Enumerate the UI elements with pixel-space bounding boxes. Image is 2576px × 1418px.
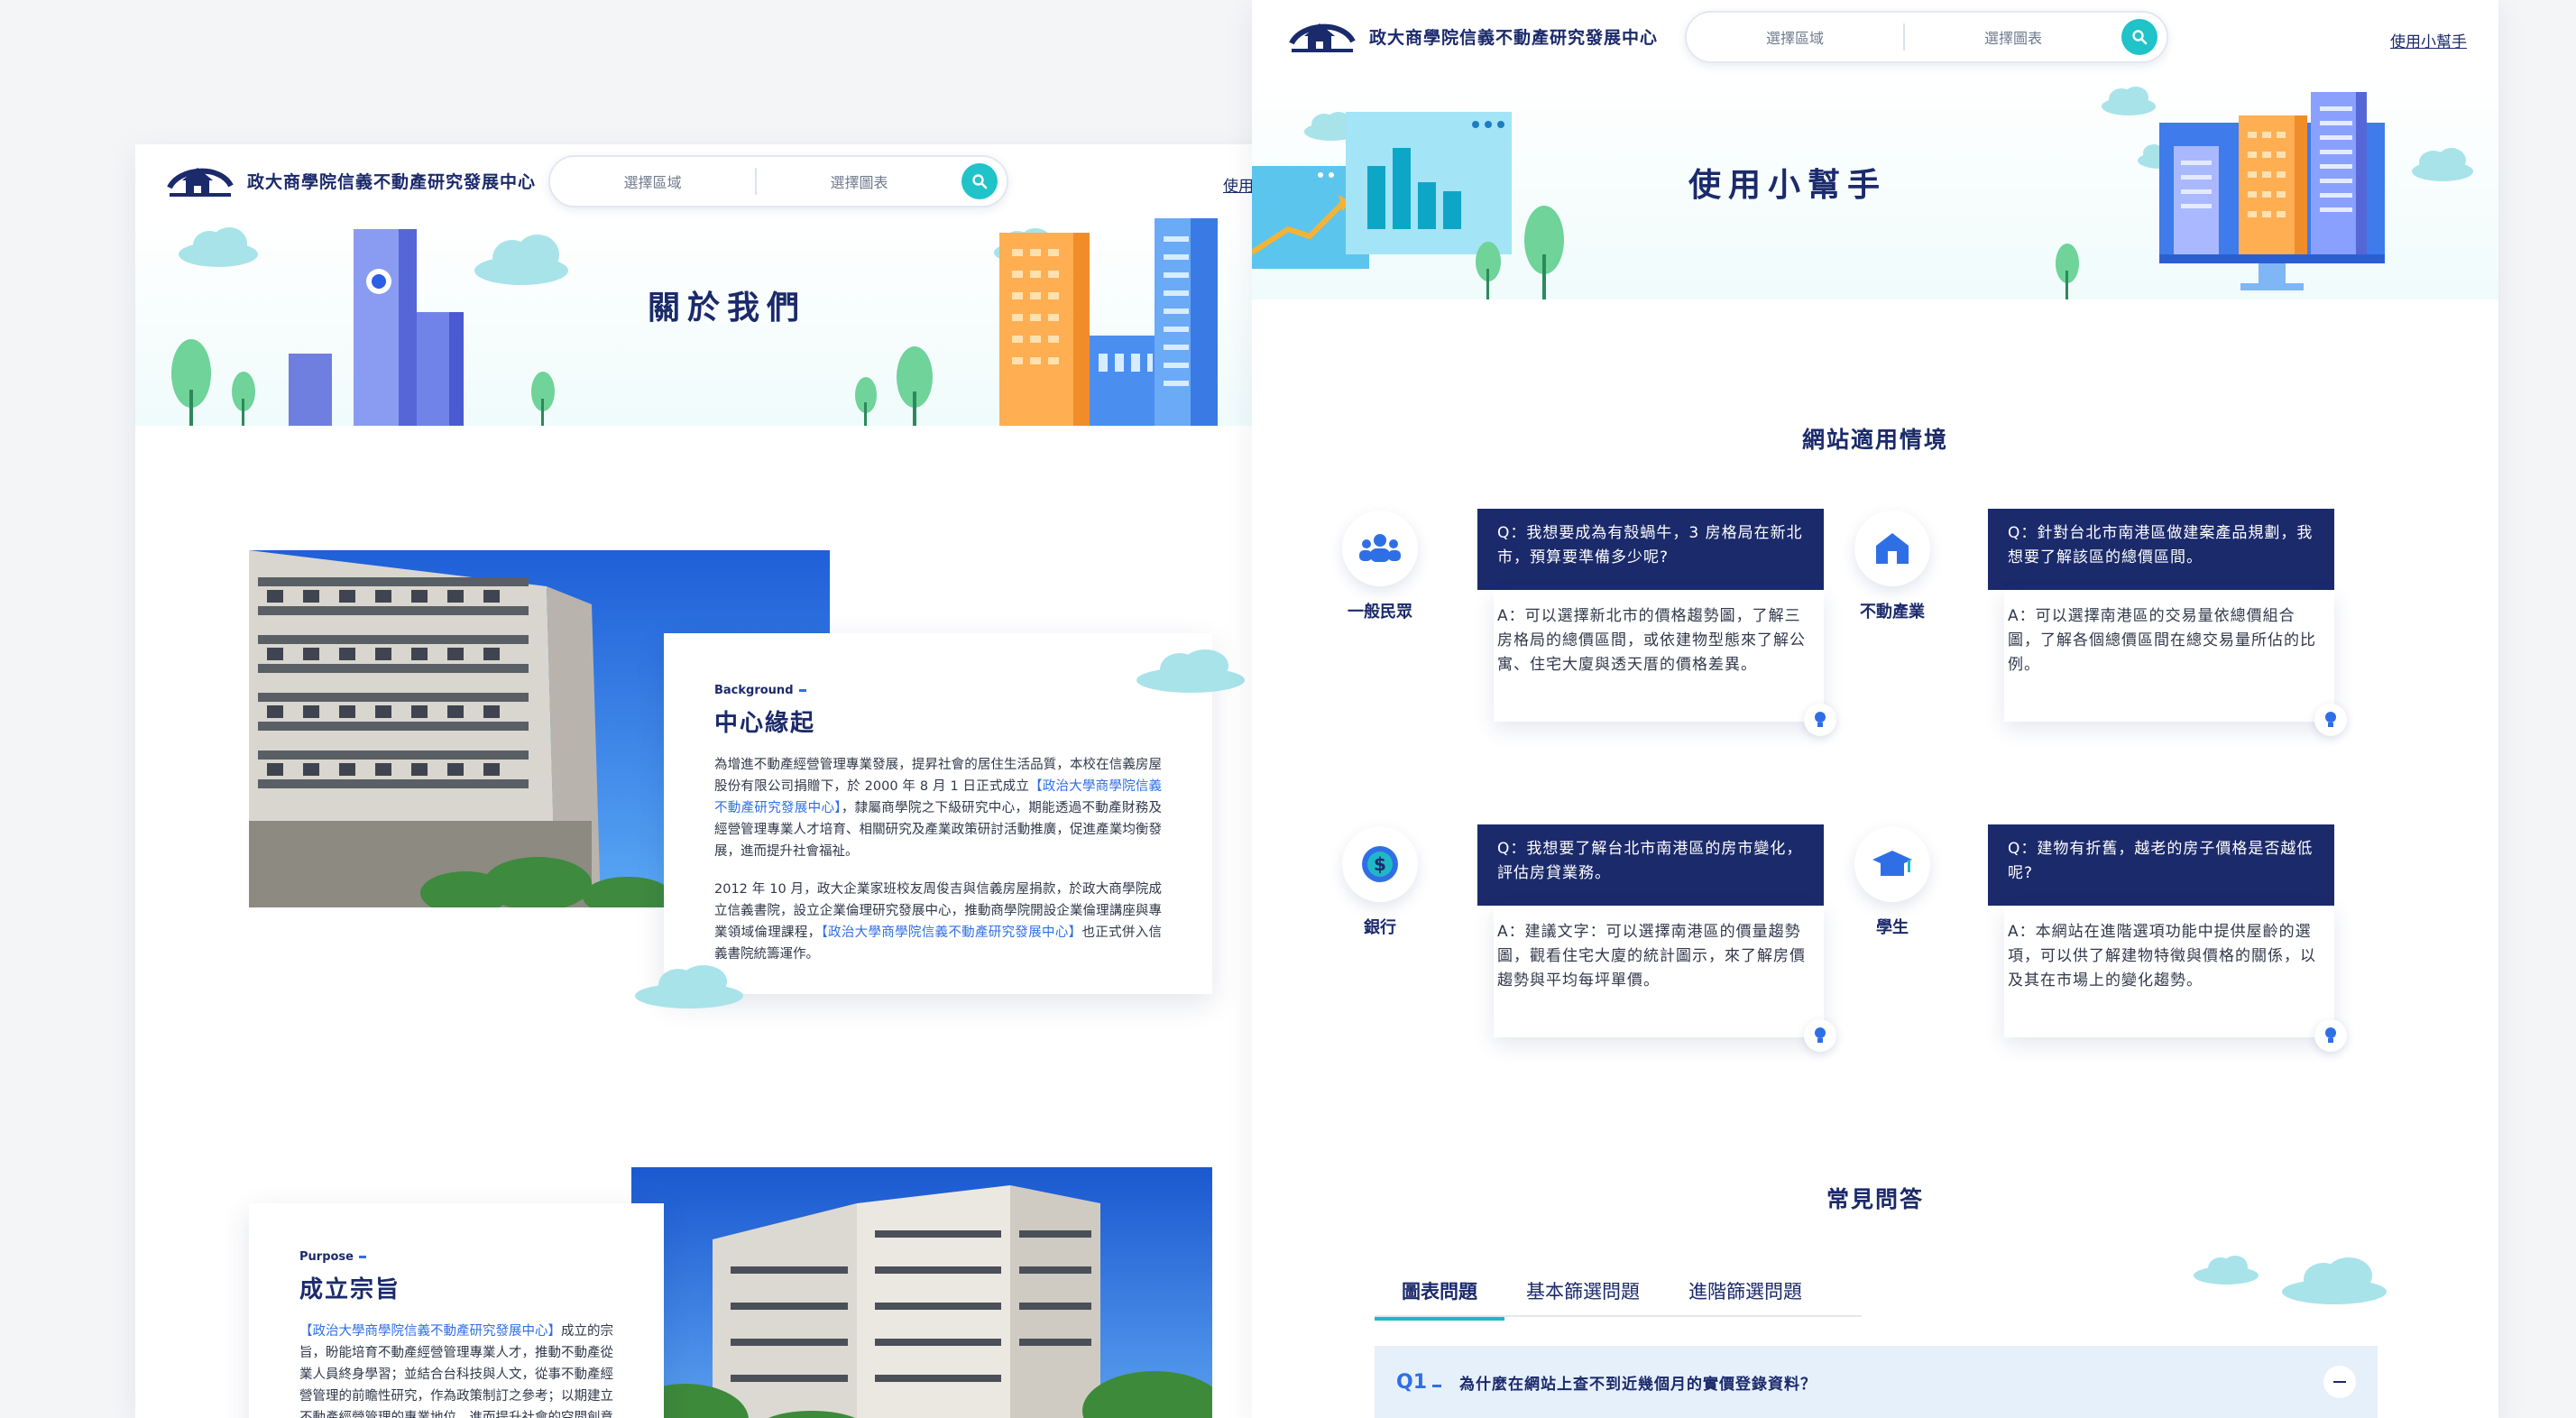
logo[interactable]: 政大商學院信義不動產研究發展中心 — [166, 162, 536, 198]
about-hero-title: 關於我們 — [648, 290, 807, 327]
center-name-2: 政大商學院信義不動產研究發展中心 — [1369, 27, 1659, 48]
house-icon — [1876, 533, 1909, 564]
logo-house-icon-2 — [1289, 23, 1356, 52]
scenarios-title: 網站適用情境 — [1801, 427, 1948, 453]
purpose-center-highlight: 【政治大學商學院信義不動產研究發展中心】 — [299, 1324, 561, 1339]
lightbulb-button-general[interactable] — [1804, 704, 1836, 736]
qa-card-student: Q：建物有折舊，越老的房子價格是否越低呢? A：本網站在進階選項功能中提供屋齡的… — [1988, 824, 2347, 1052]
faq-title: 常見問答 — [1826, 1186, 1924, 1212]
campus-building-image-2 — [631, 1167, 1212, 1418]
tab-advanced-filter-questions[interactable]: 進階篩選問題 — [1688, 1277, 1802, 1321]
faq-item-q1[interactable]: Q1 為什麼在網站上查不到近幾個月的實價登錄資料？ — [1375, 1346, 2378, 1418]
help-link-2[interactable]: 使用小幫手 — [2390, 29, 2467, 51]
lightbulb-icon — [2325, 712, 2336, 727]
qa-answer-bank: A：建議文字：可以選擇南港區的價量趨勢圖，觀看住宅大廈的統計圖示，來了解房價趨勢… — [1494, 906, 1836, 1052]
people-icon — [1359, 534, 1401, 562]
faq-question: 為什麼在網站上查不到近幾個月的實價登錄資料？ — [1459, 1375, 1817, 1394]
purpose-heading: 成立宗旨 — [299, 1276, 401, 1303]
collapse-icon[interactable] — [2323, 1366, 2356, 1398]
tabs-underline — [1375, 1315, 1862, 1317]
search-button-2[interactable] — [2121, 19, 2157, 55]
search-bar-2: 選擇區域 選擇圖表 — [1685, 11, 2168, 63]
persona-realestate: 不動產業 — [1838, 511, 1946, 622]
persona-realestate-label: 不動產業 — [1860, 603, 1925, 622]
region-select-2[interactable]: 選擇區域 — [1687, 26, 1903, 48]
persona-general-label: 一般民眾 — [1348, 603, 1412, 622]
background-card: Background 中心緣起 為增進不動產經營管理專業發展，提昇社會的居住生活… — [664, 633, 1212, 994]
persona-general: 一般民眾 — [1326, 511, 1434, 622]
center-name-highlight-2: 【政治大學商學院信義不動產研究發展中心】 — [821, 925, 1082, 940]
help-hero-title: 使用小幫手 — [1688, 167, 1888, 204]
logo-house-icon — [167, 168, 234, 197]
qa-question-bank: Q：我想要了解台北市南港區的房市變化，評估房貸業務。 — [1477, 824, 1824, 906]
lightbulb-button-bank[interactable] — [1804, 1019, 1836, 1052]
coin-icon: $ — [1362, 846, 1398, 882]
qa-answer-general: A：可以選擇新北市的價格趨勢圖，了解三房格局的總價區間，或依建物型態來了解公寓、… — [1494, 590, 1836, 736]
background-heading: 中心緣起 — [714, 710, 816, 737]
region-select[interactable]: 選擇區域 — [550, 170, 755, 192]
qa-answer-student-text: A：本網站在進階選項功能中提供屋齡的選項，可以供了解建物特徵與價格的關係，以及其… — [2008, 923, 2316, 990]
qa-question-student: Q：建物有折舊，越老的房子價格是否越低呢? — [1988, 824, 2334, 906]
search-bar: 選擇區域 選擇圖表 — [548, 155, 1008, 207]
qa-answer-realestate: A：可以選擇南港區的交易量依總價組合圖，了解各個總價區間在總交易量所佔的比例。 — [2004, 590, 2347, 736]
purpose-paragraph: 【政治大學商學院信義不動產研究發展中心】成立的宗旨，盼能培育不動產經營管理專業人… — [299, 1321, 613, 1418]
lightbulb-icon — [2325, 1027, 2336, 1043]
qa-card-bank: Q：我想要了解台北市南港區的房市變化，評估房貸業務。 A：建議文字：可以選擇南港… — [1477, 824, 1836, 1052]
chart-select-2[interactable]: 選擇圖表 — [1905, 26, 2121, 48]
svg-text:$: $ — [1374, 853, 1386, 875]
about-topbar: 政大商學院信義不動產研究發展中心 選擇區域 選擇圖表 使用小幫手 — [135, 144, 1326, 218]
qa-answer-student: A：本網站在進階選項功能中提供屋齡的選項，可以供了解建物特徵與價格的關係，以及其… — [2004, 906, 2347, 1052]
logo-2[interactable]: 政大商學院信義不動產研究發展中心 — [1288, 18, 1658, 54]
search-button[interactable] — [961, 163, 998, 199]
persona-general-circle — [1342, 511, 1418, 586]
background-kicker: Background — [714, 684, 1162, 697]
qa-question-general: Q：我想要成為有殼蝸牛，3 房格局在新北市，預算要準備多少呢? — [1477, 509, 1824, 590]
background-paragraph-2: 2012 年 10 月，政大企業家班校友周俊吉與信義房屋捐款，於政大商學院成立信… — [714, 879, 1162, 965]
purpose-card: Purpose 成立宗旨 【政治大學商學院信義不動產研究發展中心】成立的宗旨，盼… — [249, 1203, 664, 1418]
about-page: 政大商學院信義不動產研究發展中心 選擇區域 選擇圖表 使用小幫手 — [135, 144, 1326, 1418]
tab-basic-filter-questions[interactable]: 基本篩選問題 — [1526, 1277, 1640, 1321]
about-hero: 關於我們 — [135, 218, 1326, 426]
qa-question-realestate: Q：針對台北市南港區做建案產品規劃，我想要了解該區的總價區間。 — [1988, 509, 2334, 590]
purpose-kicker: Purpose — [299, 1250, 613, 1264]
qa-card-general: Q：我想要成為有殼蝸牛，3 房格局在新北市，預算要準備多少呢? A：可以選擇新北… — [1477, 509, 1836, 736]
search-icon — [972, 174, 988, 189]
persona-student-circle — [1854, 826, 1930, 902]
qa-card-realestate: Q：針對台北市南港區做建案產品規劃，我想要了解該區的總價區間。 A：可以選擇南港… — [1988, 509, 2347, 736]
lightbulb-icon — [1815, 712, 1826, 727]
lightbulb-button-realestate[interactable] — [2314, 704, 2347, 736]
faq-tabs: 圖表問題 基本篩選問題 進階篩選問題 — [1375, 1277, 1851, 1321]
qa-answer-bank-text: A：建議文字：可以選擇南港區的價量趨勢圖，觀看住宅大廈的統計圖示，來了解房價趨勢… — [1497, 923, 1806, 990]
help-topbar: 政大商學院信義不動產研究發展中心 選擇區域 選擇圖表 使用小幫手 — [1252, 0, 2498, 74]
help-page: 政大商學院信義不動產研究發展中心 選擇區域 選擇圖表 使用小幫手 使用小幫手 網… — [1252, 0, 2498, 1418]
faq-clouds — [2194, 1256, 2387, 1304]
persona-student-label: 學生 — [1876, 918, 1909, 937]
cloud-decoration — [1136, 649, 1245, 693]
persona-student: 學生 — [1838, 826, 1946, 938]
persona-bank-circle: $ — [1342, 826, 1418, 902]
campus-photo-2 — [631, 1167, 1212, 1418]
search-icon-2 — [2132, 30, 2148, 45]
graduation-cap-icon — [1872, 851, 1912, 876]
faq-number: Q1 — [1396, 1371, 1441, 1394]
help-hero: 使用小幫手 — [1252, 74, 2498, 299]
persona-bank: $ 銀行 — [1326, 826, 1434, 938]
lightbulb-icon — [1815, 1027, 1826, 1043]
qa-answer-general-text: A：可以選擇新北市的價格趨勢圖，了解三房格局的總價區間，或依建物型態來了解公寓、… — [1497, 607, 1806, 674]
cloud-decoration-2 — [635, 965, 743, 1008]
tab-chart-questions[interactable]: 圖表問題 — [1375, 1277, 1504, 1321]
chart-select[interactable]: 選擇圖表 — [757, 170, 961, 192]
persona-realestate-circle — [1854, 511, 1930, 586]
persona-bank-label: 銀行 — [1364, 918, 1396, 937]
background-paragraph-1: 為增進不動產經營管理專業發展，提昇社會的居住生活品質，本校在信義房屋股份有限公司… — [714, 754, 1162, 862]
center-name: 政大商學院信義不動產研究發展中心 — [247, 171, 537, 192]
qa-answer-realestate-text: A：可以選擇南港區的交易量依總價組合圖，了解各個總價區間在總交易量所佔的比例。 — [2008, 607, 2316, 674]
lightbulb-button-student[interactable] — [2314, 1019, 2347, 1052]
